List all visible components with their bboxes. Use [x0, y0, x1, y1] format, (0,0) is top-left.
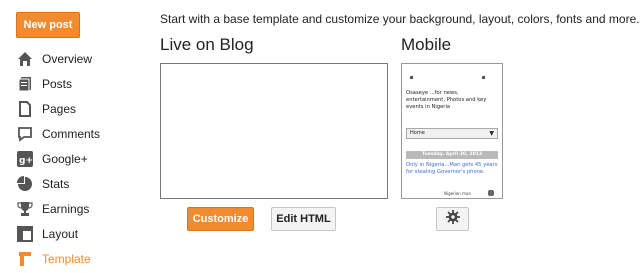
- mobile-preview[interactable]: Osaseye ...for news, entertainment, Phot…: [401, 63, 503, 199]
- template-icon: [16, 250, 34, 268]
- stats-icon: [16, 175, 34, 193]
- dropdown-arrow-icon: ▼: [489, 130, 494, 137]
- sidebar-item-template[interactable]: Template: [16, 248, 136, 270]
- sidebar-item-label: Comments: [42, 127, 101, 141]
- pages-icon: [16, 100, 34, 118]
- edit-html-button[interactable]: Edit HTML: [271, 207, 336, 231]
- mobile-header-mark: [482, 76, 485, 79]
- scroll-indicator-icon: [488, 190, 494, 196]
- mobile-nav-select: Home ▼: [406, 128, 498, 139]
- home-icon: [16, 50, 34, 68]
- sidebar-item-label: Layout: [42, 227, 79, 241]
- live-blog-preview[interactable]: [160, 63, 388, 199]
- layout-icon: [16, 225, 34, 243]
- sidebar-item-label: Posts: [42, 77, 73, 91]
- comments-icon: [16, 125, 34, 143]
- intro-text: Start with a base template and customize…: [160, 12, 640, 26]
- posts-icon: [16, 75, 34, 93]
- sidebar-item-pages[interactable]: Pages: [16, 98, 136, 120]
- mobile-header-mark: [410, 76, 413, 79]
- customize-button[interactable]: Customize: [187, 207, 254, 231]
- sidebar: New post Overview Posts Pages Comments g…: [0, 0, 140, 273]
- sidebar-item-stats[interactable]: Stats: [16, 173, 136, 195]
- gear-icon: [445, 209, 460, 229]
- sidebar-item-comments[interactable]: Comments: [16, 123, 136, 145]
- mobile-post-date: Tuesday, April 30, 2013: [406, 151, 498, 159]
- sidebar-item-label: Google+: [42, 152, 88, 166]
- mobile-post-title: Only in Nigeria...Man gets 45 years for …: [406, 162, 498, 175]
- sidebar-item-google-plus[interactable]: g+ Google+: [16, 148, 136, 170]
- trophy-icon: [16, 200, 34, 218]
- sidebar-item-label: Template: [42, 252, 91, 266]
- sidebar-item-overview[interactable]: Overview: [16, 48, 136, 70]
- mobile-preview-content: Osaseye ...for news, entertainment, Phot…: [404, 66, 500, 198]
- sidebar-item-posts[interactable]: Posts: [16, 73, 136, 95]
- mobile-heading: Mobile: [401, 35, 452, 54]
- google-plus-icon: g+: [16, 150, 34, 168]
- sidebar-item-earnings[interactable]: Earnings: [16, 198, 136, 220]
- svg-text:g+: g+: [19, 156, 33, 166]
- new-post-button[interactable]: New post: [16, 12, 80, 38]
- sidebar-item-label: Pages: [42, 102, 77, 116]
- live-on-blog-heading: Live on Blog: [160, 35, 254, 54]
- mobile-nav-select-value: Home: [410, 130, 425, 136]
- mobile-settings-button[interactable]: [436, 207, 469, 231]
- sidebar-item-label: Overview: [42, 52, 93, 66]
- sidebar-item-label: Stats: [42, 177, 70, 191]
- sidebar-item-label: Earnings: [42, 202, 90, 216]
- mobile-post-footer: Nigerian man: [444, 191, 471, 196]
- mobile-blog-description: Osaseye ...for news, entertainment, Phot…: [406, 90, 487, 110]
- sidebar-item-layout[interactable]: Layout: [16, 223, 136, 245]
